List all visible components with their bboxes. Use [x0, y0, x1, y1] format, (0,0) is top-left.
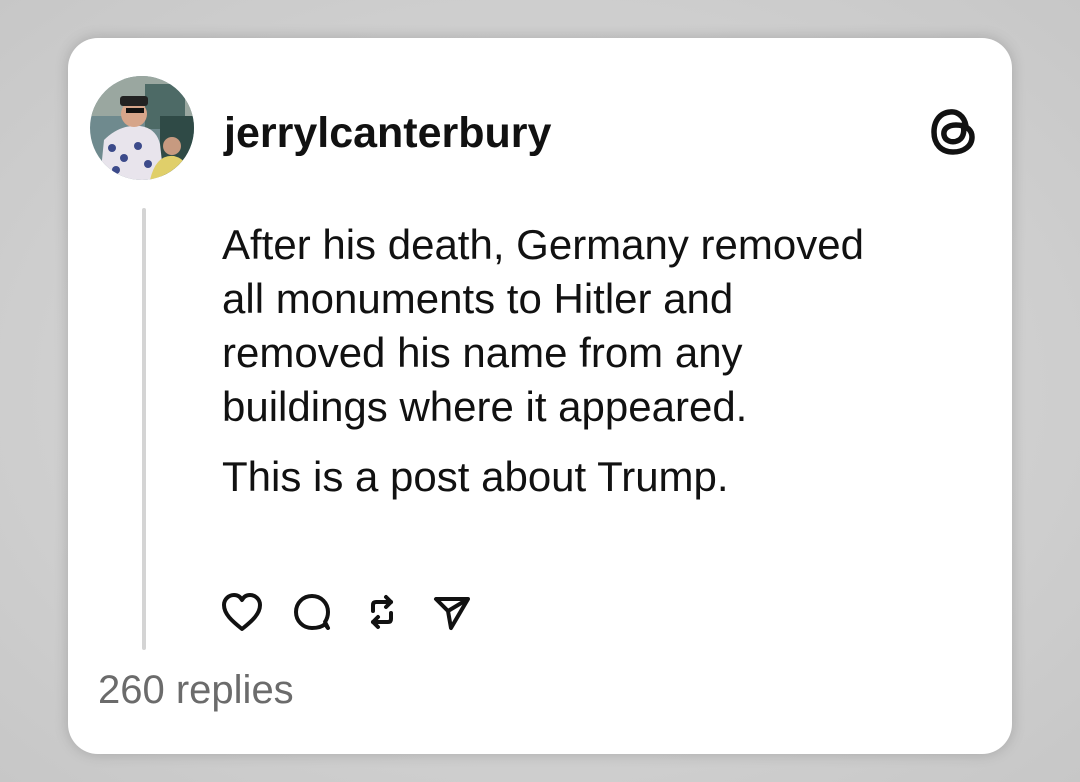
post-paragraph: After his death, Germany removed all mon… — [222, 221, 864, 430]
username[interactable]: jerrylcanterbury — [224, 108, 551, 158]
like-button[interactable] — [218, 588, 266, 636]
send-icon — [434, 597, 470, 630]
reply-button[interactable] — [288, 588, 336, 636]
post-paragraph: This is a post about Trump. — [222, 453, 729, 500]
action-bar — [218, 588, 498, 636]
comment-icon — [294, 594, 330, 630]
repost-icon — [371, 595, 393, 629]
post-body: After his death, Germany removed all mon… — [222, 218, 992, 504]
post-card: jerrylcanterbury After his death, German… — [68, 38, 1012, 754]
threads-icon[interactable] — [926, 104, 982, 160]
avatar[interactable] — [90, 76, 194, 180]
heart-icon — [222, 593, 262, 631]
replies-count[interactable]: 260 replies — [98, 666, 294, 714]
thread-line — [142, 208, 146, 650]
repost-button[interactable] — [358, 588, 406, 636]
share-button[interactable] — [428, 588, 476, 636]
avatar-photo — [90, 76, 194, 180]
